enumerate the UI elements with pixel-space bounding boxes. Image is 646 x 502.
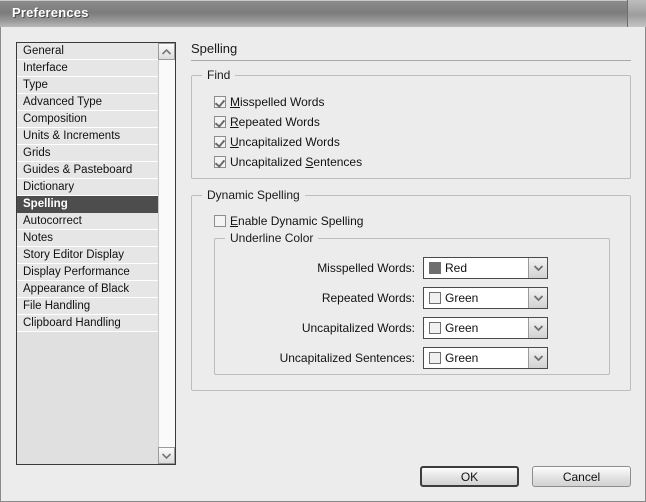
chevron-down-icon[interactable] [528, 318, 547, 338]
underline-color-label-repeated-words: Repeated Words: [215, 291, 423, 305]
preferences-dialog: Preferences GeneralInterfaceTypeAdvanced… [0, 0, 646, 502]
spelling-preferences-pane: Spelling Find Misspelled Words Repeated W… [191, 41, 631, 407]
sidebar-item-units-increments[interactable]: Units & Increments [17, 128, 158, 145]
page-title: Spelling [191, 41, 631, 60]
underline-color-label-uncapitalized-sentences: Uncapitalized Sentences: [215, 351, 423, 365]
sidebar-item-guides-pasteboard[interactable]: Guides & Pasteboard [17, 162, 158, 179]
scroll-up-button[interactable] [158, 43, 175, 60]
checkbox-label-misspelled-words: Misspelled Words [230, 95, 324, 109]
sidebar-item-story-editor-display[interactable]: Story Editor Display [17, 247, 158, 264]
chevron-down-icon [162, 453, 171, 459]
checkbox-uncapitalized-sentences[interactable] [214, 156, 226, 168]
window-title: Preferences [12, 5, 89, 20]
checkbox-label-uncapitalized-sentences: Uncapitalized Sentences [230, 155, 362, 169]
sidebar-item-type[interactable]: Type [17, 77, 158, 94]
dropdown-value-uncapitalized-sentences: Green [445, 351, 478, 365]
underline-color-rows: Misspelled Words: Red Repeated Words: Green… [215, 257, 609, 369]
scroll-down-button[interactable] [158, 447, 175, 464]
title-bar-right-cap [627, 0, 646, 27]
preferences-category-list[interactable]: GeneralInterfaceTypeAdvanced TypeComposi… [16, 42, 176, 465]
find-checkbox-row-repeated-words[interactable]: Repeated Words [214, 112, 630, 132]
chevron-down-icon[interactable] [528, 348, 547, 368]
sidebar-item-notes[interactable]: Notes [17, 230, 158, 247]
find-checkbox-row-uncapitalized-sentences[interactable]: Uncapitalized Sentences [214, 152, 630, 172]
underline-color-row-misspelled-words: Misspelled Words: Red [215, 257, 609, 279]
find-checkbox-row-uncapitalized-words[interactable]: Uncapitalized Words [214, 132, 630, 152]
underline-color-group: Underline Color Misspelled Words:RedRepe… [214, 238, 610, 375]
dynamic-spelling-group: Dynamic Spelling Enable Dynamic Spelling… [191, 195, 631, 391]
find-checkbox-row-misspelled-words[interactable]: Misspelled Words [214, 92, 630, 112]
chevron-down-icon[interactable] [528, 258, 547, 278]
dialog-buttons: OK Cancel [420, 466, 631, 487]
color-swatch-icon [429, 322, 441, 334]
checkbox-repeated-words[interactable] [214, 116, 226, 128]
underline-color-dropdown-uncapitalized-words[interactable]: Green [423, 317, 548, 339]
dialog-client-area: GeneralInterfaceTypeAdvanced TypeComposi… [0, 27, 646, 502]
sidebar-item-display-performance[interactable]: Display Performance [17, 264, 158, 281]
checkbox-label-uncapitalized-words: Uncapitalized Words [230, 135, 340, 149]
category-list-scrollbar[interactable] [158, 43, 175, 464]
underline-color-label-misspelled-words: Misspelled Words: [215, 261, 423, 275]
title-bar[interactable]: Preferences [0, 0, 646, 28]
chevron-down-icon[interactable] [528, 288, 547, 308]
sidebar-item-clipboard-handling[interactable]: Clipboard Handling [17, 315, 158, 332]
sidebar-item-appearance-of-black[interactable]: Appearance of Black [17, 281, 158, 298]
color-swatch-icon [429, 352, 441, 364]
find-group-legend: Find [202, 68, 235, 82]
sidebar-item-composition[interactable]: Composition [17, 111, 158, 128]
underline-color-label-uncapitalized-words: Uncapitalized Words: [215, 321, 423, 335]
checkbox-misspelled-words[interactable] [214, 96, 226, 108]
dropdown-value-repeated-words: Green [445, 291, 478, 305]
dropdown-value-misspelled-words: Red [445, 261, 467, 275]
cancel-button[interactable]: Cancel [532, 466, 631, 487]
find-group: Find Misspelled WordsRepeated WordsUncap… [191, 75, 631, 179]
underline-color-row-uncapitalized-words: Uncapitalized Words: Green [215, 317, 609, 339]
sidebar-item-interface[interactable]: Interface [17, 60, 158, 77]
chevron-up-icon [162, 49, 171, 55]
page-title-rule [191, 60, 631, 61]
enable-dynamic-spelling-checkbox-row[interactable]: Enable Dynamic Spelling [214, 211, 630, 231]
category-list-empty-space [17, 332, 158, 464]
checkbox-uncapitalized-words[interactable] [214, 136, 226, 148]
enable-dynamic-spelling-checkbox[interactable] [214, 215, 226, 227]
underline-color-row-repeated-words: Repeated Words: Green [215, 287, 609, 309]
underline-color-dropdown-uncapitalized-sentences[interactable]: Green [423, 347, 548, 369]
category-list-items: GeneralInterfaceTypeAdvanced TypeComposi… [17, 43, 159, 464]
ok-button[interactable]: OK [420, 466, 519, 487]
scrollbar-track[interactable] [158, 60, 175, 447]
dropdown-value-uncapitalized-words: Green [445, 321, 478, 335]
checkbox-label-repeated-words: Repeated Words [230, 115, 320, 129]
sidebar-item-file-handling[interactable]: File Handling [17, 298, 158, 315]
sidebar-item-dictionary[interactable]: Dictionary [17, 179, 158, 196]
dynamic-spelling-group-legend: Dynamic Spelling [202, 188, 305, 202]
underline-color-dropdown-misspelled-words[interactable]: Red [423, 257, 548, 279]
underline-color-row-uncapitalized-sentences: Uncapitalized Sentences: Green [215, 347, 609, 369]
enable-dynamic-spelling-label: Enable Dynamic Spelling [230, 214, 363, 228]
sidebar-item-autocorrect[interactable]: Autocorrect [17, 213, 158, 230]
sidebar-item-advanced-type[interactable]: Advanced Type [17, 94, 158, 111]
sidebar-item-spelling[interactable]: Spelling [17, 196, 158, 213]
color-swatch-icon [429, 262, 441, 274]
find-checkbox-list: Misspelled Words Repeated Words Uncapitali… [192, 76, 630, 172]
underline-color-dropdown-repeated-words[interactable]: Green [423, 287, 548, 309]
sidebar-item-general[interactable]: General [17, 43, 158, 60]
underline-color-group-legend: Underline Color [225, 231, 318, 245]
sidebar-item-grids[interactable]: Grids [17, 145, 158, 162]
color-swatch-icon [429, 292, 441, 304]
